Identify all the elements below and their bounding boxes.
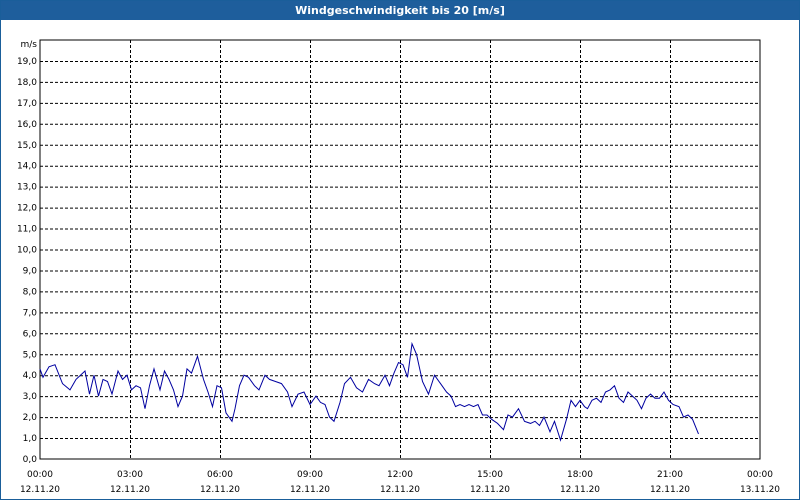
y-tick-label: 6,0 xyxy=(23,329,38,339)
y-tick-label: 19,0 xyxy=(17,57,37,67)
grid-lines xyxy=(40,40,760,459)
x-axis-ticks: 00:00 12.11.20 03:00 12.11.20 06:00 12.11.20 0… xyxy=(20,470,780,495)
y-tick-label: 16,0 xyxy=(17,120,37,130)
y-tick-label: 14,0 xyxy=(17,162,37,172)
series-line-wind-speed xyxy=(39,341,699,442)
y-tick-label: 15,0 xyxy=(17,141,37,151)
y-tick-label: 4,0 xyxy=(23,371,38,381)
x-tick-time-label: 06:00 xyxy=(207,470,233,480)
y-tick-label: 9,0 xyxy=(23,266,38,276)
y-tick-label: 17,0 xyxy=(17,99,37,109)
x-tick-date-label: 12.11.20 xyxy=(20,485,60,495)
x-tick-time-label: 09:00 xyxy=(297,470,323,480)
x-tick-time-label: 18:00 xyxy=(567,470,593,480)
wind-speed-chart: 0,0 1,0 2,0 3,0 4,0 5,0 6,0 7,0 8,0 9,0 10,0 11,0 12… xyxy=(17,39,780,495)
x-tick-date-label: 12.11.20 xyxy=(470,485,510,495)
y-tick-label: 13,0 xyxy=(17,183,37,193)
y-axis-ticks: 0,0 1,0 2,0 3,0 4,0 5,0 6,0 7,0 8,0 9,0 10,0 11,0 12… xyxy=(17,57,37,465)
x-tick-date-label: 12.11.20 xyxy=(200,485,240,495)
y-tick-label: 0,0 xyxy=(23,455,38,465)
x-tick-date-label: 12.11.20 xyxy=(560,485,600,495)
y-axis-unit-label: m/s xyxy=(21,40,38,50)
y-tick-label: 8,0 xyxy=(23,287,38,297)
y-tick-label: 3,0 xyxy=(23,392,38,402)
x-tick-date-label: 12.11.20 xyxy=(380,485,420,495)
x-tick-date-label: 12.11.20 xyxy=(650,485,690,495)
x-tick-time-label: 03:00 xyxy=(117,470,143,480)
y-tick-label: 5,0 xyxy=(23,350,38,360)
y-tick-label: 7,0 xyxy=(23,308,38,318)
x-tick-time-label: 12:00 xyxy=(387,470,413,480)
y-tick-label: 12,0 xyxy=(17,204,37,214)
x-tick-date-label: 12.11.20 xyxy=(110,485,150,495)
x-tick-date-label: 12.11.20 xyxy=(290,485,330,495)
y-tick-label: 1,0 xyxy=(23,434,38,444)
x-tick-time-label: 00:00 xyxy=(747,470,773,480)
y-tick-label: 18,0 xyxy=(17,78,37,88)
y-tick-label: 11,0 xyxy=(17,225,37,235)
y-tick-label: 10,0 xyxy=(17,246,37,256)
y-tick-label: 2,0 xyxy=(23,413,38,423)
x-tick-time-label: 15:00 xyxy=(477,470,503,480)
x-tick-date-label: 13.11.20 xyxy=(740,485,780,495)
x-tick-time-label: 21:00 xyxy=(657,470,683,480)
x-tick-time-label: 00:00 xyxy=(27,470,53,480)
